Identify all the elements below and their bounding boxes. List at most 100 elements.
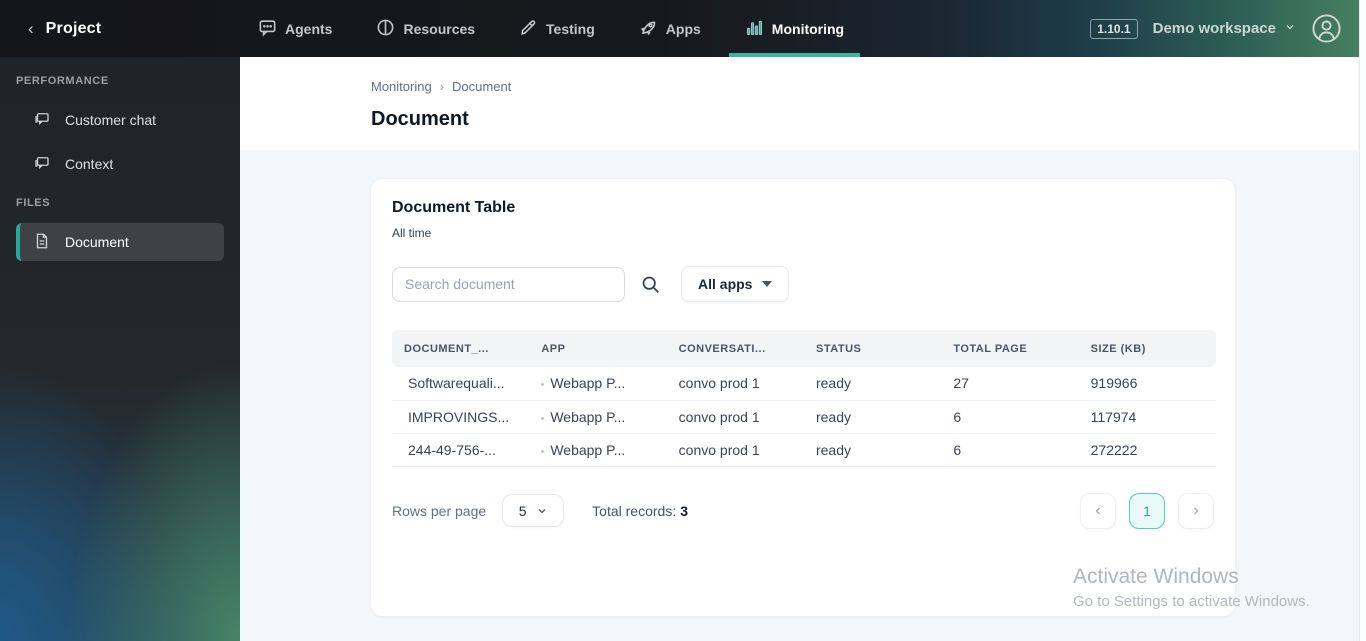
user-avatar[interactable] — [1311, 13, 1342, 44]
top-navigation-bar: ‹ Project Agents Resources Testing Apps … — [0, 0, 1366, 57]
nav-label: Apps — [665, 20, 701, 37]
caret-down-icon — [762, 281, 773, 287]
sidebar-group-performance: PERFORMANCE Customer chat Context — [0, 75, 240, 183]
nav-item-testing[interactable]: Testing — [519, 0, 595, 57]
sidebar-group-label: FILES — [16, 197, 51, 209]
document-table-card: Document Table All time All apps DOCUMEN… — [370, 178, 1236, 617]
search-icon[interactable] — [640, 274, 661, 295]
cell-status: ready — [803, 367, 942, 401]
testing-pen-icon — [519, 18, 538, 40]
document-table: DOCUMENT_... APP CONVERSATI... STATUS TO… — [392, 330, 1216, 467]
breadcrumb-document[interactable]: Document — [452, 79, 511, 94]
total-records-label: Total records: — [592, 502, 677, 519]
breadcrumb-monitoring[interactable]: Monitoring — [371, 79, 432, 94]
sidebar: PERFORMANCE Customer chat Context FILES … — [0, 57, 240, 641]
cell-total-page: 27 — [941, 367, 1079, 401]
table-footer: Rows per page 5 Total records: 3 1 — [392, 492, 1214, 529]
resources-icon — [376, 18, 395, 40]
cell-size: 919966 — [1078, 367, 1216, 401]
card-subtitle: All time — [392, 226, 432, 240]
cell-total-page: 6 — [941, 433, 1079, 467]
monitoring-bars-icon — [745, 18, 764, 40]
apps-rocket-icon — [639, 18, 658, 40]
sidebar-item-label: Context — [65, 156, 114, 172]
nav-label: Agents — [285, 20, 333, 37]
nav-item-apps[interactable]: Apps — [639, 0, 701, 57]
nav-label: Monitoring — [771, 20, 845, 37]
version-badge: 1.10.1 — [1090, 18, 1138, 39]
cell-size: 117974 — [1078, 400, 1216, 434]
active-tab-underline — [728, 53, 861, 57]
sidebar-group-label: PERFORMANCE — [16, 75, 109, 87]
prev-page-button[interactable] — [1080, 492, 1116, 529]
col-conversation[interactable]: CONVERSATI... — [666, 330, 804, 367]
table-row[interactable]: Softwarequali... Webapp P... convo prod … — [392, 367, 1216, 401]
brand-area: ‹ Project — [0, 20, 240, 38]
page-header: Monitoring › Document Document — [240, 57, 1358, 150]
nav-item-agents[interactable]: Agents — [258, 0, 332, 57]
sidebar-item-label: Document — [65, 234, 129, 250]
all-apps-dropdown[interactable]: All apps — [681, 266, 790, 302]
col-app[interactable]: APP — [529, 330, 667, 367]
content-area: Document Table All time All apps DOCUMEN… — [240, 150, 1358, 641]
cell-conversation: convo prod 1 — [666, 433, 804, 467]
page-title: Document — [371, 108, 469, 130]
nav-item-resources[interactable]: Resources — [376, 0, 475, 57]
top-nav: Agents Resources Testing Apps Monitoring — [240, 0, 861, 57]
topbar-right: 1.10.1 Demo workspace — [1090, 13, 1366, 44]
chevron-down-icon — [538, 508, 546, 513]
cell-size: 272222 — [1078, 433, 1216, 467]
sidebar-group-files: FILES Document — [0, 197, 240, 261]
back-chevron-icon[interactable]: ‹ — [28, 20, 34, 37]
breadcrumb-separator: › — [439, 79, 445, 94]
table-row[interactable]: 244-49-756-... Webapp P... convo prod 1 … — [392, 433, 1216, 467]
nav-item-monitoring[interactable]: Monitoring — [728, 0, 861, 57]
table-row[interactable]: IMPROVINGS... Webapp P... convo prod 1 r… — [392, 400, 1216, 434]
cell-app: Webapp P... — [529, 433, 667, 467]
rows-per-page-value: 5 — [518, 502, 527, 519]
cell-document: Softwarequali... — [392, 367, 530, 401]
sidebar-item-document[interactable]: Document — [16, 223, 224, 261]
app-dot-icon — [541, 449, 545, 453]
vertical-scrollbar[interactable] — [1359, 0, 1366, 641]
app-dot-icon — [541, 383, 545, 387]
col-status[interactable]: STATUS — [803, 330, 942, 367]
workspace-dropdown[interactable]: Demo workspace — [1153, 20, 1296, 37]
cell-document: 244-49-756-... — [392, 433, 530, 467]
sidebar-item-customer-chat[interactable]: Customer chat — [16, 101, 224, 139]
cell-total-page: 6 — [941, 400, 1079, 434]
nav-label: Testing — [546, 20, 595, 37]
chat-icon — [33, 154, 51, 175]
cell-document: IMPROVINGS... — [392, 400, 530, 434]
next-page-button[interactable] — [1178, 492, 1214, 529]
sidebar-item-context[interactable]: Context — [16, 145, 224, 183]
total-records-value: 3 — [680, 502, 689, 519]
card-title: Document Table — [392, 199, 516, 216]
page-1-button[interactable]: 1 — [1129, 492, 1165, 529]
nav-label: Resources — [403, 20, 476, 37]
project-title: Project — [45, 19, 102, 37]
total-records: Total records: 3 — [592, 503, 688, 519]
cell-conversation: convo prod 1 — [666, 400, 804, 434]
search-input[interactable] — [392, 266, 625, 302]
sidebar-item-label: Customer chat — [65, 112, 157, 128]
filter-label: All apps — [698, 276, 753, 292]
cell-app: Webapp P... — [529, 400, 667, 434]
col-total-page[interactable]: TOTAL PAGE — [941, 330, 1079, 367]
col-document-id[interactable]: DOCUMENT_... — [392, 330, 530, 367]
workspace-name: Demo workspace — [1152, 20, 1276, 37]
rows-per-page-label: Rows per page — [392, 502, 487, 519]
table-header: DOCUMENT_... APP CONVERSATI... STATUS TO… — [392, 330, 1216, 367]
chevron-right-icon — [1194, 507, 1199, 514]
cell-status: ready — [803, 400, 942, 434]
document-icon — [33, 232, 51, 253]
agents-chat-icon — [258, 18, 277, 40]
chevron-left-icon — [1095, 507, 1100, 514]
app-dot-icon — [541, 416, 545, 420]
cell-status: ready — [803, 433, 942, 467]
breadcrumb: Monitoring › Document — [371, 79, 1358, 94]
rows-per-page-select[interactable]: 5 — [502, 494, 565, 527]
chevron-down-icon — [1284, 20, 1296, 37]
col-size-kb[interactable]: SIZE (KB) — [1078, 330, 1216, 367]
pagination: 1 — [1080, 492, 1214, 529]
